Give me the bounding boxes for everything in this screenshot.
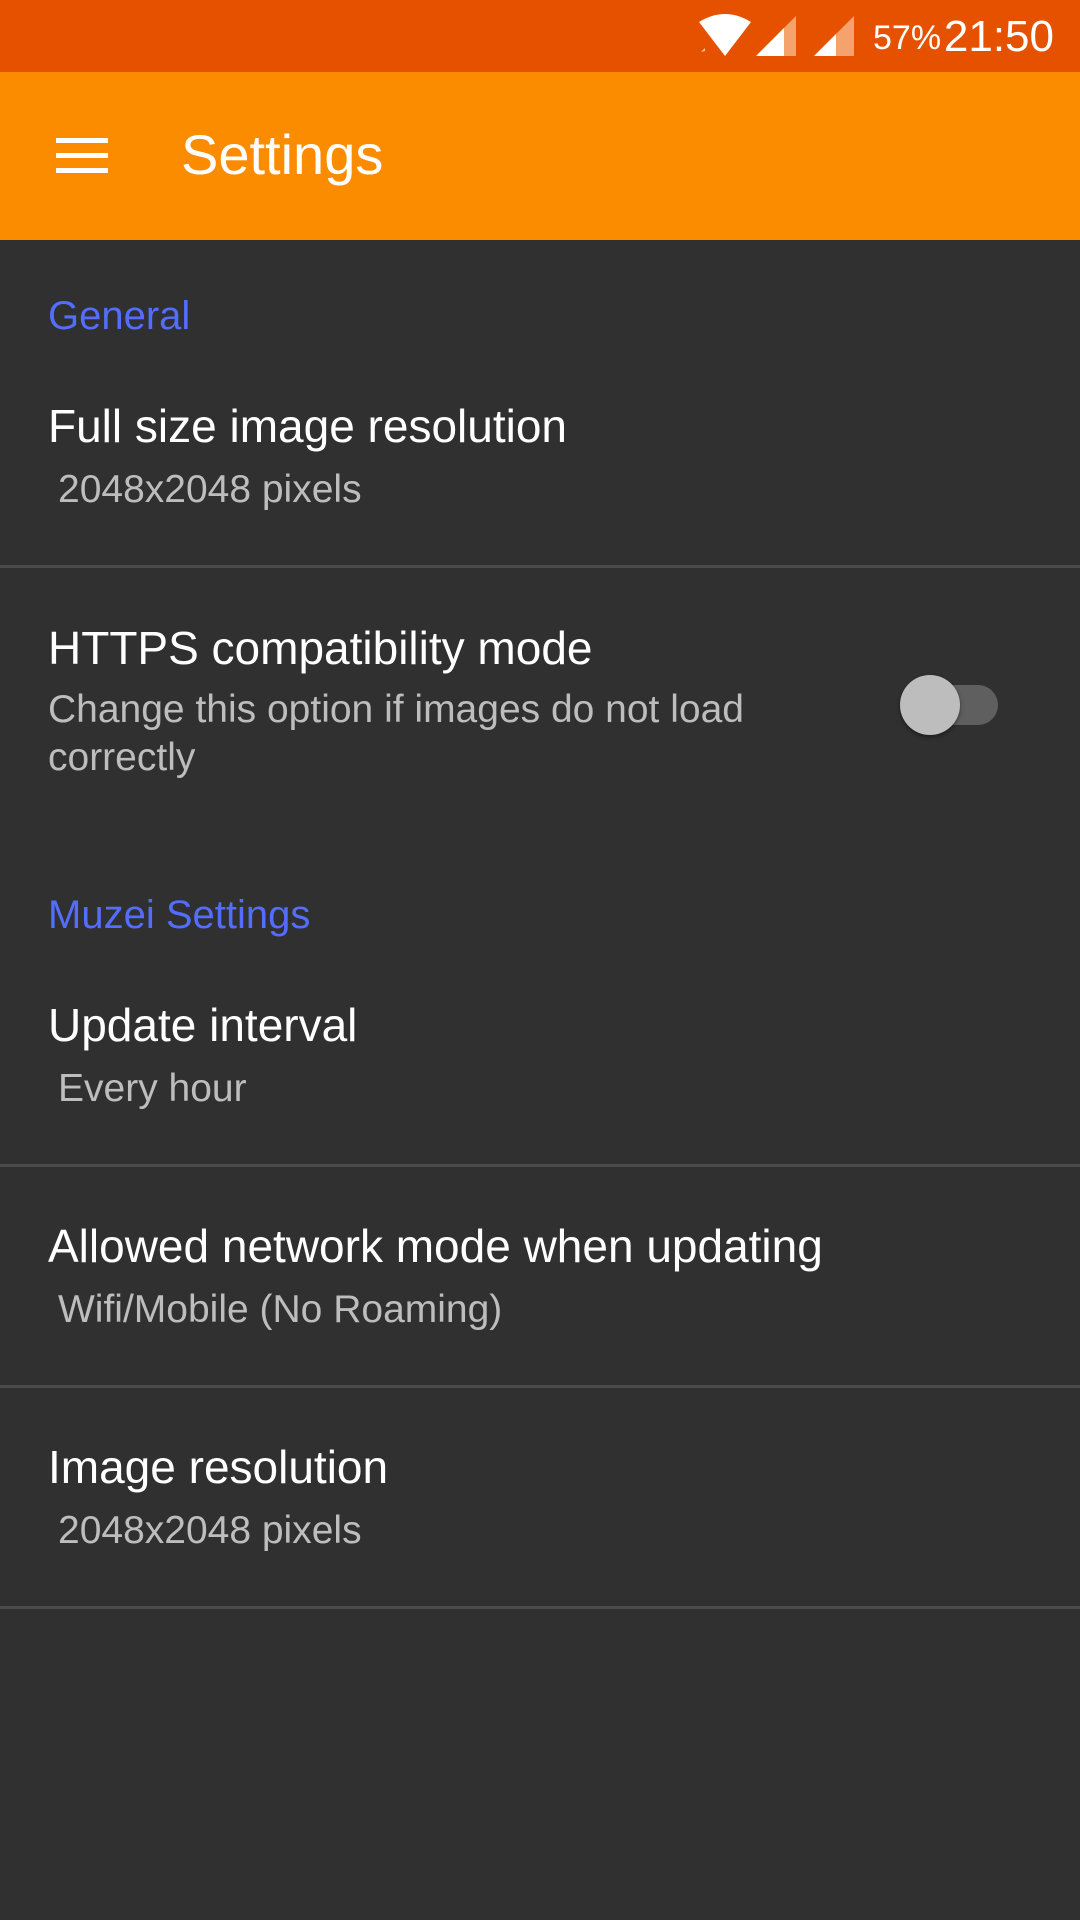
battery-level: 57% xyxy=(873,19,942,57)
pref-summary: Wifi/Mobile (No Roaming) xyxy=(58,1288,503,1331)
divider xyxy=(0,565,1080,568)
clock: 21:50 xyxy=(943,12,1054,61)
pref-title: Image resolution xyxy=(48,1441,389,1493)
pref-title: Full size image resolution xyxy=(48,400,568,452)
app-bar: Settings xyxy=(0,72,1080,240)
page-title: Settings xyxy=(181,123,384,186)
toggle-thumb xyxy=(900,675,960,735)
pref-full-size-image-resolution[interactable]: Full size image resolution 2048x2048 pix… xyxy=(0,396,1080,566)
hamburger-menu-icon[interactable] xyxy=(50,128,118,184)
cell-signal-icon xyxy=(756,16,796,56)
pref-image-resolution[interactable]: Image resolution 2048x2048 pixels xyxy=(0,1437,1080,1607)
pref-summary: 2048x2048 pixels xyxy=(58,468,362,511)
divider xyxy=(0,1164,1080,1167)
pref-title: Allowed network mode when updating xyxy=(48,1220,823,1272)
pref-update-interval[interactable]: Update interval Every hour xyxy=(0,995,1080,1165)
pref-title: Update interval xyxy=(48,999,358,1051)
section-header-general: General xyxy=(48,294,191,338)
pref-title: HTTPS compatibility mode xyxy=(48,622,593,674)
divider xyxy=(0,1606,1080,1609)
pref-summary: Change this option if images do not load… xyxy=(48,688,744,779)
section-header-muzei: Muzei Settings xyxy=(48,893,311,937)
status-bar: 57% 21:50 xyxy=(0,0,1080,72)
pref-network-mode[interactable]: Allowed network mode when updating Wifi/… xyxy=(0,1216,1080,1386)
divider xyxy=(0,1385,1080,1388)
pref-https-compatibility-mode[interactable]: HTTPS compatibility mode Change this opt… xyxy=(0,620,1080,790)
settings-screen: 57% 21:50 Settings General Full size ima… xyxy=(0,0,1080,1920)
pref-summary: 2048x2048 pixels xyxy=(58,1509,362,1552)
https-mode-toggle[interactable] xyxy=(900,673,1000,735)
cell-signal-icon xyxy=(814,16,854,56)
wifi-icon xyxy=(699,14,751,56)
pref-summary: Every hour xyxy=(58,1067,247,1110)
